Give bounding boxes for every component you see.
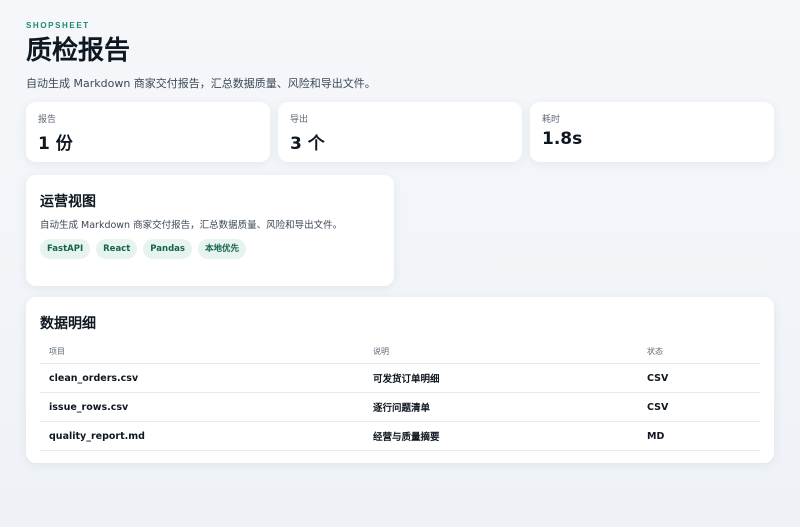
stats-row: 报告 1 份 导出 3 个 耗时 1.8s [26, 102, 774, 162]
stat-card-reports: 报告 1 份 [26, 102, 270, 162]
stat-value: 1.8s [542, 129, 583, 149]
page-title: 质检报告 [26, 36, 131, 66]
stat-label: 导出 [290, 115, 309, 125]
table-row[interactable]: quality_report.md 经营与质量摘要 MD [40, 421, 760, 451]
cell-desc: 经营与质量摘要 [364, 421, 638, 451]
details-title: 数据明细 [40, 316, 96, 332]
cell-item: quality_report.md [40, 421, 364, 451]
stat-label: 报告 [38, 115, 57, 125]
stat-card-exports: 导出 3 个 [278, 102, 522, 162]
tag-fastapi: FastAPI [40, 239, 91, 259]
cell-desc: 可发货订单明细 [364, 363, 638, 393]
overview-title: 运营视图 [40, 194, 96, 210]
tag-pandas: Pandas [143, 239, 192, 259]
stat-value: 3 个 [290, 134, 325, 154]
column-header-item: 项目 [40, 339, 364, 364]
tag-local-first: 本地优先 [197, 239, 246, 259]
cell-desc: 逐行问题清单 [364, 392, 638, 422]
overview-description: 自动生成 Markdown 商家交付报告，汇总数据质量、风险和导出文件。 [40, 220, 343, 231]
details-card: 数据明细 项目 说明 状态 clean_orders.csv 可发货订单明细 C… [26, 297, 774, 463]
cell-status: CSV [638, 392, 760, 422]
stat-label: 耗时 [542, 115, 561, 125]
cell-status: CSV [638, 363, 760, 393]
page-content: SHOPSHEET 质检报告 自动生成 Markdown 商家交付报告，汇总数据… [26, 20, 774, 463]
stat-value: 1 份 [38, 134, 73, 154]
cell-status: MD [638, 421, 760, 451]
table-header-row: 项目 说明 状态 [40, 339, 760, 364]
cell-item: clean_orders.csv [40, 363, 364, 393]
column-header-desc: 说明 [364, 339, 638, 364]
table-row[interactable]: clean_orders.csv 可发货订单明细 CSV [40, 363, 760, 393]
column-header-status: 状态 [638, 339, 760, 364]
tech-tags: FastAPI React Pandas 本地优先 [40, 239, 246, 259]
brand-label: SHOPSHEET [26, 21, 90, 30]
tag-react: React [96, 239, 138, 259]
details-table: 项目 说明 状态 clean_orders.csv 可发货订单明细 CSV is… [40, 339, 760, 451]
cell-item: issue_rows.csv [40, 392, 364, 422]
table-row[interactable]: issue_rows.csv 逐行问题清单 CSV [40, 392, 760, 422]
overview-card: 运营视图 自动生成 Markdown 商家交付报告，汇总数据质量、风险和导出文件… [26, 175, 394, 286]
page-subtitle: 自动生成 Markdown 商家交付报告，汇总数据质量、风险和导出文件。 [26, 77, 376, 90]
stat-card-duration: 耗时 1.8s [530, 102, 774, 162]
